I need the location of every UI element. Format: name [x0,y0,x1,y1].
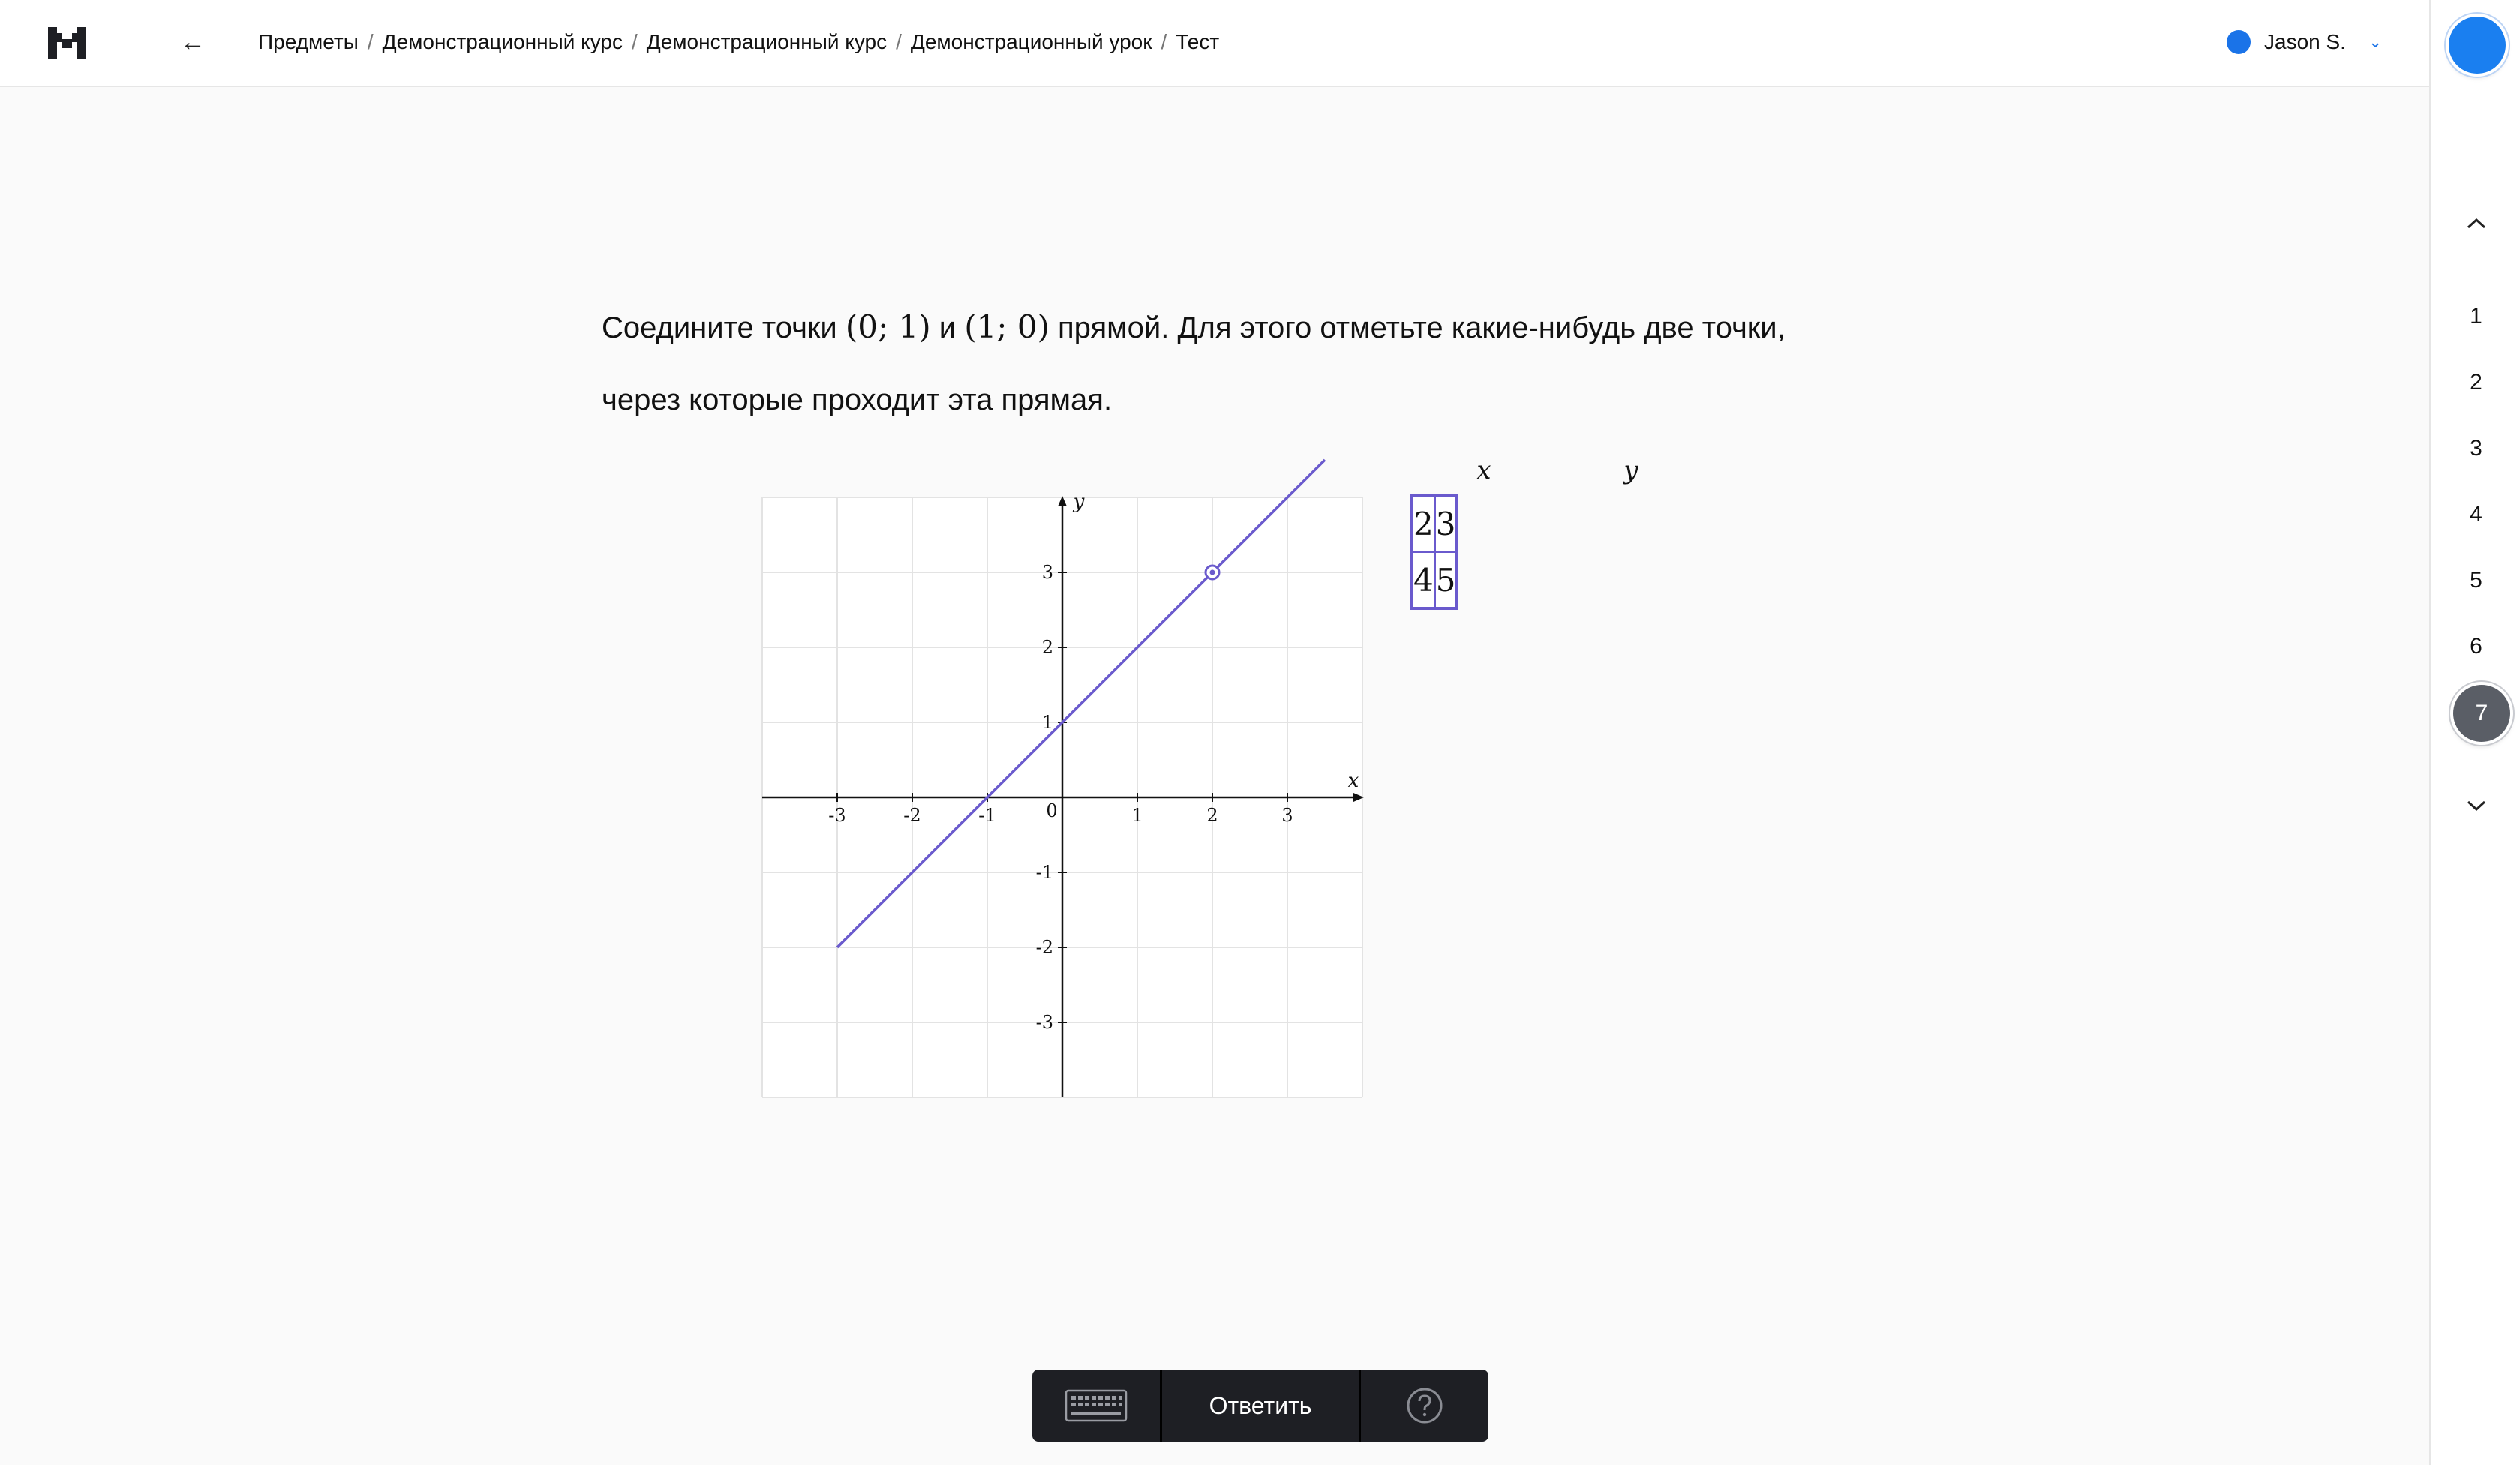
table-row: 2 3 [1410,494,1458,553]
question-text-part: прямой. Для этого отметьте какие-нибудь … [1049,311,1786,344]
point-a: (0; 1) [845,308,931,345]
question-nav-6[interactable]: 6 [2431,632,2520,662]
top-header: ← Предметы / Демонстрационный курс / Демонст… [0,0,2429,87]
question-nav-2[interactable]: 2 [2431,368,2520,398]
table-row: 4 5 [1410,551,1458,610]
question-nav-5[interactable]: 5 [2431,566,2520,596]
table-header-y: y [1623,455,1638,485]
breadcrumb-item-course[interactable]: Демонстрационный курс [383,30,623,53]
x-tick-label: -3 [828,805,846,826]
x-tick-label: 1 [1131,805,1143,826]
question-nav-3[interactable]: 3 [2431,434,2520,464]
y-tick-label: -2 [1036,937,1053,958]
answer-toolbar: Ответить [1032,1370,1488,1442]
chevron-down-icon[interactable] [2431,794,2520,819]
question-text-part: и [930,311,965,344]
keyboard-icon [1065,1389,1128,1422]
breadcrumb-separator: / [367,30,374,53]
chevron-up-icon[interactable] [2431,212,2520,237]
user-menu[interactable]: Jason S. ⌄ [2227,27,2382,57]
table-cell-y[interactable]: 5 [1433,551,1458,610]
table-header-x: x [1476,455,1491,485]
submit-answer-button[interactable]: Ответить [1162,1370,1361,1442]
breadcrumb-item-lesson[interactable]: Демонстрационный урок [911,30,1152,53]
keyboard-button[interactable] [1032,1370,1162,1442]
question-text-part: Соедините точки [602,311,846,344]
breadcrumb-separator: / [1161,30,1167,53]
x-tick-label: -1 [978,805,996,826]
x-tick-label: 2 [1206,805,1218,826]
user-name: Jason S. [2264,30,2346,53]
point-b: (1; 0) [964,308,1050,345]
question-line-2: через которые проходит эта прямая. [602,383,1113,416]
help-button[interactable] [1361,1370,1488,1442]
x-tick-label: 3 [1281,805,1293,826]
question-nav-4[interactable]: 4 [2431,500,2520,530]
breadcrumb-separator: / [631,30,638,53]
x-axis-label: x [1348,770,1359,792]
back-arrow-icon[interactable]: ← [180,23,206,62]
breadcrumb-item-subjects[interactable]: Предметы [258,30,359,53]
question-text: Соедините точки (0; 1) и (1; 0) прямой. … [602,291,1817,436]
logo-icon[interactable] [47,23,87,62]
x-tick-label-origin: 0 [1046,800,1057,821]
breadcrumb-item-test: Тест [1176,30,1220,53]
table-cell-y[interactable]: 3 [1433,494,1458,553]
y-tick-label: 3 [1042,562,1053,583]
x-tick-label: -2 [903,805,921,826]
table-cell-x[interactable]: 2 [1410,494,1436,553]
y-tick-label: -3 [1036,1012,1053,1033]
chevron-down-icon[interactable]: ⌄ [2368,32,2382,52]
question-nav-1[interactable]: 1 [2431,302,2520,332]
marked-point-dot [1209,569,1215,575]
avatar[interactable] [2449,17,2506,74]
y-tick-label: 2 [1042,637,1053,658]
question-nav-7[interactable]: 7 [2453,685,2510,742]
table-cell-x[interactable]: 4 [1410,551,1436,610]
help-icon [1407,1388,1443,1424]
question-line-1: Соедините точки (0; 1) и (1; 0) прямой. … [602,291,1817,364]
y-tick-label: -1 [1036,862,1053,883]
coordinate-graph[interactable]: x y -3 -2 -1 0 1 2 3 3 2 1 -1 -2 -3 [758,450,1373,1110]
y-tick-label: 1 [1042,712,1053,733]
y-axis-label: y [1073,491,1085,513]
breadcrumb-separator: / [896,30,902,53]
xy-values-table: 2 3 4 5 [1410,494,1459,610]
user-status-dot [2227,30,2251,54]
breadcrumb-item-course-2[interactable]: Демонстрационный курс [647,30,887,53]
question-sidebar: 1 2 3 4 5 6 7 [2429,0,2520,1465]
breadcrumb: Предметы / Демонстрационный курс / Демонстра… [258,27,1219,57]
